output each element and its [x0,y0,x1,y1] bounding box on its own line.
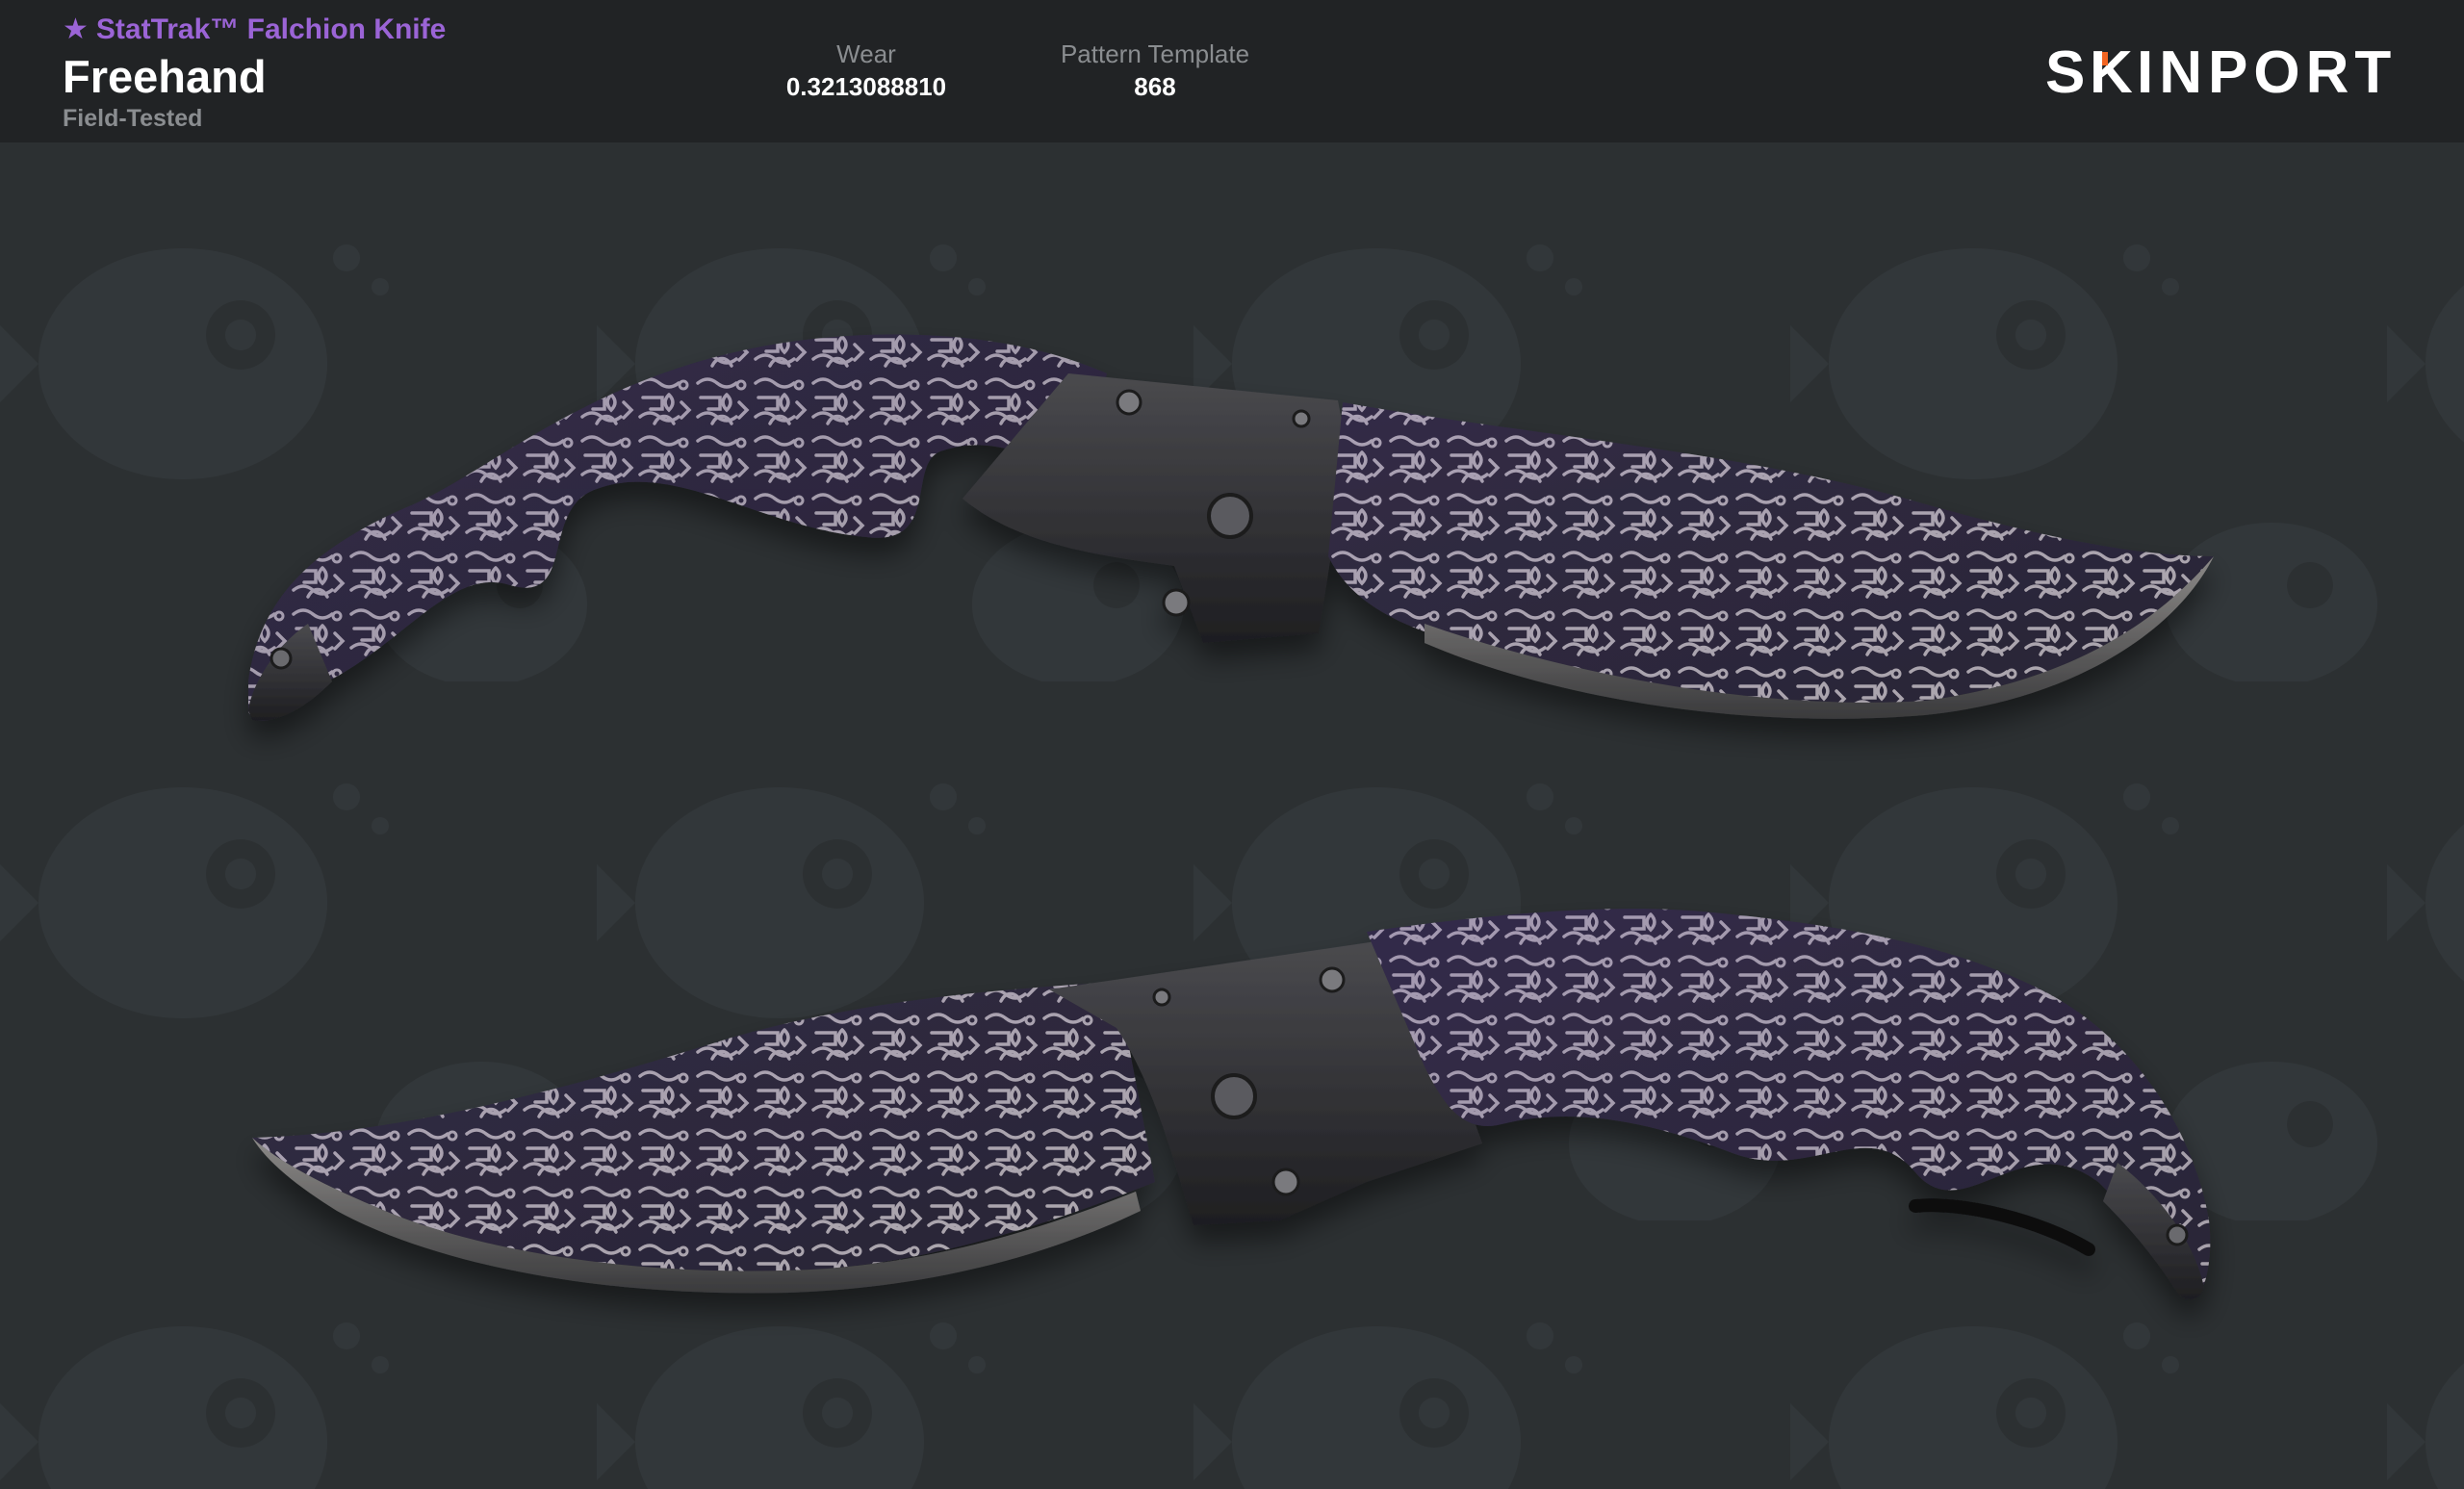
pattern-value: 868 [1134,72,1176,101]
item-title-block: ★ StatTrak™ Falchion Knife Freehand Field… [63,12,446,133]
background-watermark [0,142,2464,1489]
wear-value: 0.3213088810 [785,72,947,101]
star-icon: ★ [63,13,89,45]
pattern-stat: Pattern Template 868 [1030,39,1280,104]
item-type: ★ StatTrak™ Falchion Knife [63,12,446,48]
logo-wordmark: S [2045,39,2091,106]
logo-wordmark-k: K [2090,39,2133,106]
item-header: ★ StatTrak™ Falchion Knife Freehand Field… [0,0,2464,142]
skinport-logo[interactable]: S K INPORT [2045,39,2401,106]
pattern-label: Pattern Template [1060,39,1250,68]
skinport-logo-mark: S K INPORT [2045,39,2397,106]
item-name: Freehand [63,51,267,102]
knife-preview [0,142,2464,1489]
wear-stat: Wear 0.3213088810 [770,39,962,104]
wear-label: Wear [836,39,896,68]
item-exterior: Field-Tested [63,105,203,132]
item-preview-stage [0,142,2464,1489]
item-type-label: StatTrak™ Falchion Knife [95,13,447,45]
logo-wordmark-rest: INPORT [2137,39,2397,106]
logo-accent [2102,52,2108,65]
